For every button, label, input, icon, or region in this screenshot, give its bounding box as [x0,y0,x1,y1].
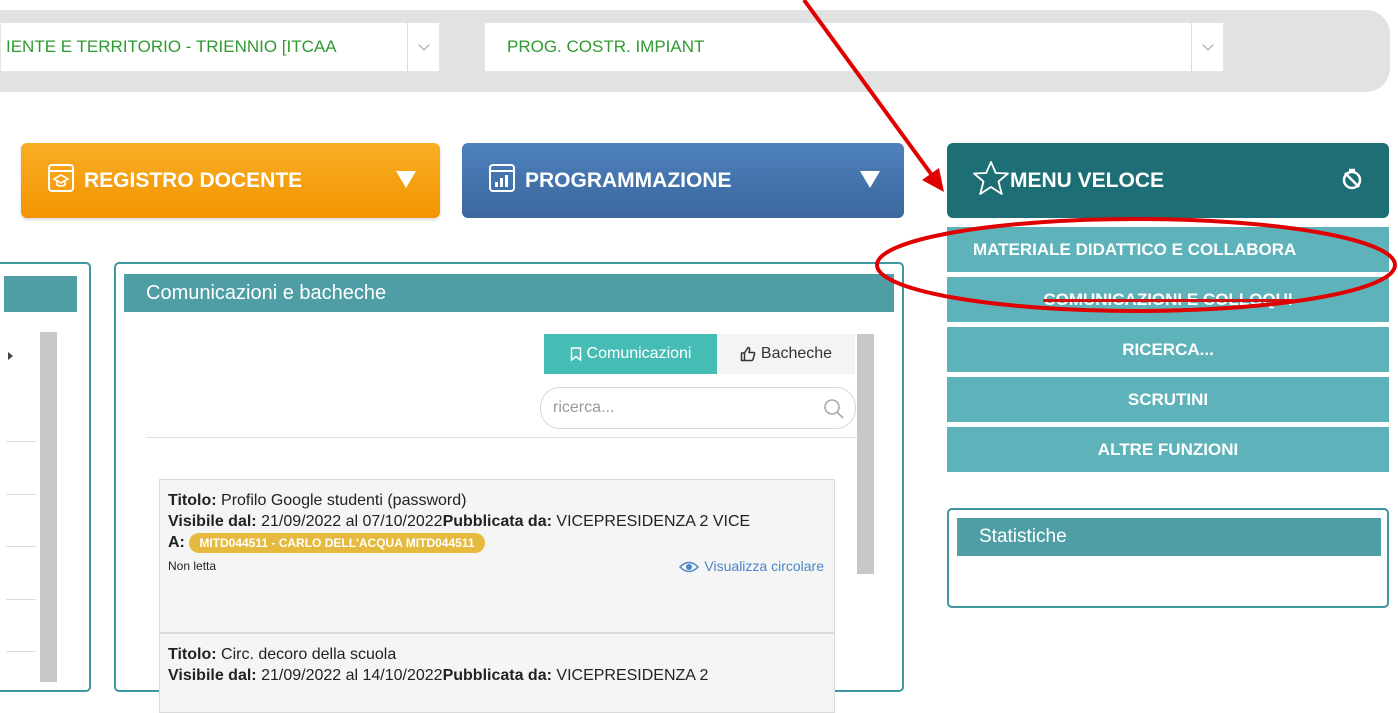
chevron-down-icon[interactable] [407,23,439,71]
list-divider [6,651,36,652]
menu-veloce-list: MATERIALE DIDATTICO E COLLABORA COMUNICA… [947,227,1389,477]
pubblicata-label: Pubblicata da: [442,667,552,684]
visibile-label: Visibile dal: [168,667,257,684]
comunicazioni-title: Comunicazioni e bacheche [124,274,894,312]
menu-item-comunicazioni-colloqui[interactable]: COMUNICAZIONI E COLLOQUI [947,277,1389,322]
statistiche-panel: Statistiche [947,508,1389,608]
comunicazione-card[interactable]: Titolo: Profilo Google studenti (passwor… [159,479,835,633]
eye-icon [679,561,700,572]
comunicazione-card[interactable]: Titolo: Circ. decoro della scuola Visibi… [159,633,835,713]
list-divider [6,546,36,547]
star-icon [972,160,1010,202]
timer-off-icon[interactable] [1341,168,1363,196]
comunicazioni-tabs: Comunicazioni Bacheche [544,334,855,374]
scrollbar[interactable] [40,332,57,682]
menu-item-altre-funzioni[interactable]: ALTRE FUNZIONI [947,427,1389,472]
list-divider [6,441,36,442]
card-visibility: 21/09/2022 al 07/10/2022 [261,513,443,530]
tab-comunicazioni[interactable]: Comunicazioni [544,334,717,374]
card-publisher: VICEPRESIDENZA 2 [556,667,709,684]
left-panel [0,262,91,692]
chart-document-icon [487,163,517,199]
comunicazioni-panel: Comunicazioni e bacheche Comunicazioni B… [114,262,904,713]
chevron-down-icon[interactable] [1191,23,1223,71]
titolo-label: Titolo: [168,492,217,509]
search-input[interactable] [551,396,801,420]
registro-docente-label: REGISTRO DOCENTE [84,168,303,192]
card-visibility: 21/09/2022 al 14/10/2022 [261,667,443,684]
tab-bacheche[interactable]: Bacheche [717,334,855,374]
menu-veloce-button[interactable]: MENU VELOCE [947,143,1389,218]
statistiche-title: Statistiche [957,518,1381,556]
caret-down-icon [860,171,880,188]
caret-down-icon [396,171,416,188]
read-status: Non letta [168,559,217,573]
list-divider [6,599,36,600]
registro-docente-button[interactable]: REGISTRO DOCENTE [21,143,440,218]
menu-item-ricerca[interactable]: RICERCA... [947,327,1389,372]
course-select-value: IENTE E TERRITORIO - TRIENNIO [ITCAA [6,37,337,56]
programmazione-label: PROGRAMMAZIONE [525,168,732,192]
card-title: Circ. decoro della scuola [221,646,397,663]
programmazione-button[interactable]: PROGRAMMAZIONE [462,143,904,218]
annotation-arrow-head [922,168,944,192]
subject-select-value: PROG. COSTR. IMPIANT [507,37,705,56]
list-divider [6,494,36,495]
search-icon [824,399,844,419]
search-box [540,387,856,429]
visibile-label: Visibile dal: [168,513,257,530]
visualizza-circolare-link[interactable]: Visualizza circolare [679,556,824,577]
divider [146,437,860,438]
card-title: Profilo Google studenti (password) [221,492,467,509]
titolo-label: Titolo: [168,646,217,663]
menu-item-materiale-didattico[interactable]: MATERIALE DIDATTICO E COLLABORA [947,227,1389,272]
register-icon [46,163,76,199]
menu-item-scrutini[interactable]: SCRUTINI [947,377,1389,422]
pubblicata-label: Pubblicata da: [442,513,552,530]
bookmark-icon [570,347,581,361]
a-label: A: [168,534,185,551]
visualizza-circolare-label: Visualizza circolare [704,558,824,574]
caret-right-icon[interactable] [8,352,13,360]
tab-comunicazioni-label: Comunicazioni [586,345,692,362]
left-panel-header [4,276,77,312]
subject-select[interactable]: PROG. COSTR. IMPIANT [484,22,1224,72]
thumbs-up-icon [740,346,756,362]
tab-bacheche-label: Bacheche [760,345,833,362]
menu-veloce-label: MENU VELOCE [1010,168,1165,192]
scrollbar[interactable] [857,334,874,574]
card-publisher: VICEPRESIDENZA 2 VICE [556,513,751,530]
course-select[interactable]: IENTE E TERRITORIO - TRIENNIO [ITCAA [0,22,440,72]
recipient-badge: MITD044511 - CARLO DELL'ACQUA MITD044511 [189,532,485,553]
